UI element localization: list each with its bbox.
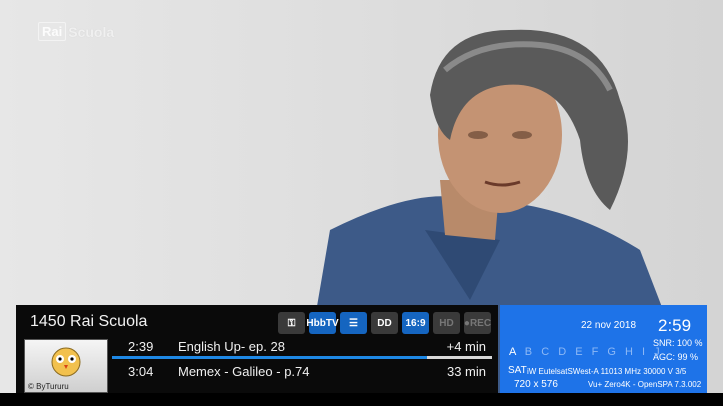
crypt-active: A <box>509 346 519 358</box>
key-icon: ⚿ <box>278 312 305 334</box>
clock: 2:59 <box>658 316 692 335</box>
event-duration: +4 min <box>446 339 486 354</box>
logo-mark: Rai <box>38 22 67 41</box>
crypt-rest: B C D E F G H I J <box>524 346 663 358</box>
sat-info: iW EutelsatSWest-A 11013 MHz 30000 V 3/5 <box>527 367 687 376</box>
image-info: Vu+ Zero4K - OpenSPA 7.3.002 <box>588 380 702 389</box>
event-time: 2:39 <box>128 339 154 354</box>
aspect-icon: 16:9 <box>402 312 429 334</box>
logo-text: Scuola <box>68 23 115 40</box>
signal-panel: 22 nov 2018 2:59 SNR: 100 % AGC: 99 % A … <box>500 305 707 393</box>
sat-label: SAT <box>508 365 527 376</box>
bottom-border <box>0 393 723 406</box>
teletext-icon: ☰ <box>340 312 367 334</box>
event-time: 3:04 <box>128 364 154 379</box>
channel-logo: Rai Scuola <box>38 22 114 41</box>
resolution: 720 x 576 <box>514 379 558 390</box>
event-title: English Up- ep. 28 <box>178 339 285 354</box>
hd-icon: HD <box>433 312 460 334</box>
event-progress <box>112 356 492 359</box>
date: 22 nov 2018 <box>581 320 637 331</box>
crypt-letters: A B C D E F G H I J <box>509 346 663 358</box>
rec-icon: ●REC <box>464 312 491 334</box>
status-icons: ⚿ HbbTV ☰ DD 16:9 HD ●REC <box>278 312 491 334</box>
event-progress-fill <box>112 356 428 359</box>
event-title: Memex - Galileo - p.74 <box>178 364 310 379</box>
event-duration: 33 min <box>446 364 486 379</box>
infobar: 1450 Rai Scuola ⚿ HbbTV ☰ DD 16:9 HD ●RE… <box>16 305 498 393</box>
dolby-icon: DD <box>371 312 398 334</box>
hbbtv-icon: HbbTV <box>306 312 339 334</box>
picon-caption: © ByTururu <box>28 382 69 391</box>
channel-picon: © ByTururu <box>24 339 108 393</box>
channel-name: 1450 Rai Scuola <box>30 313 148 330</box>
